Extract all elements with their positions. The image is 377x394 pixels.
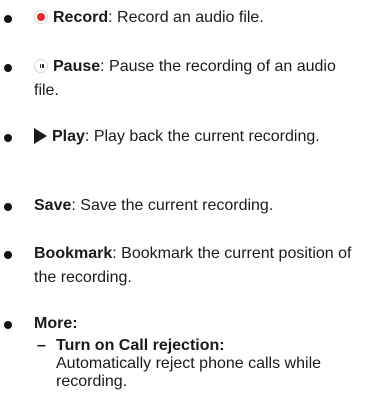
item-label: Record (53, 9, 109, 26)
sub-item-description: Automatically reject phone calls while r… (56, 355, 322, 390)
sub-item-label: Turn on Call rejection (56, 337, 220, 354)
dash-marker: – (37, 337, 46, 354)
record-icon (34, 10, 48, 24)
item-separator: : (108, 9, 118, 26)
item-separator: : (112, 245, 122, 262)
item-description: Record an audio file. (117, 9, 264, 26)
item-label: Play (52, 128, 85, 145)
item-label: Pause (53, 58, 101, 75)
list-item-bookmark: Bookmark: Bookmark the current position … (4, 242, 364, 290)
list-item-play: Play: Play back the current recording. (4, 125, 364, 149)
item-separator: : (84, 128, 94, 145)
item-label: Save (34, 197, 72, 214)
item-label: More (34, 315, 73, 332)
sub-item-call-rejection: – Turn on Call rejection: Automatically … (37, 337, 356, 391)
item-separator: : (71, 197, 81, 214)
list-item-record: Record: Record an audio file. (4, 6, 364, 30)
item-separator: : (100, 58, 110, 75)
item-label: Bookmark (34, 245, 113, 262)
item-separator: : (72, 315, 78, 332)
sub-item-separator: : (219, 337, 225, 354)
item-description: Save the current recording. (80, 197, 274, 214)
play-icon (34, 128, 47, 144)
pause-icon (34, 59, 48, 73)
list-item-save: Save: Save the current recording. (4, 194, 364, 218)
list-item-more: More: (4, 312, 364, 336)
bullet (4, 134, 12, 142)
item-description: Play back the current recording. (93, 128, 320, 145)
bullet (4, 321, 12, 329)
bullet (4, 64, 12, 72)
bullet (4, 203, 12, 211)
bullet (4, 15, 12, 23)
bullet (4, 251, 12, 259)
list-item-pause: Pause: Pause the recording of an audio f… (4, 55, 364, 103)
